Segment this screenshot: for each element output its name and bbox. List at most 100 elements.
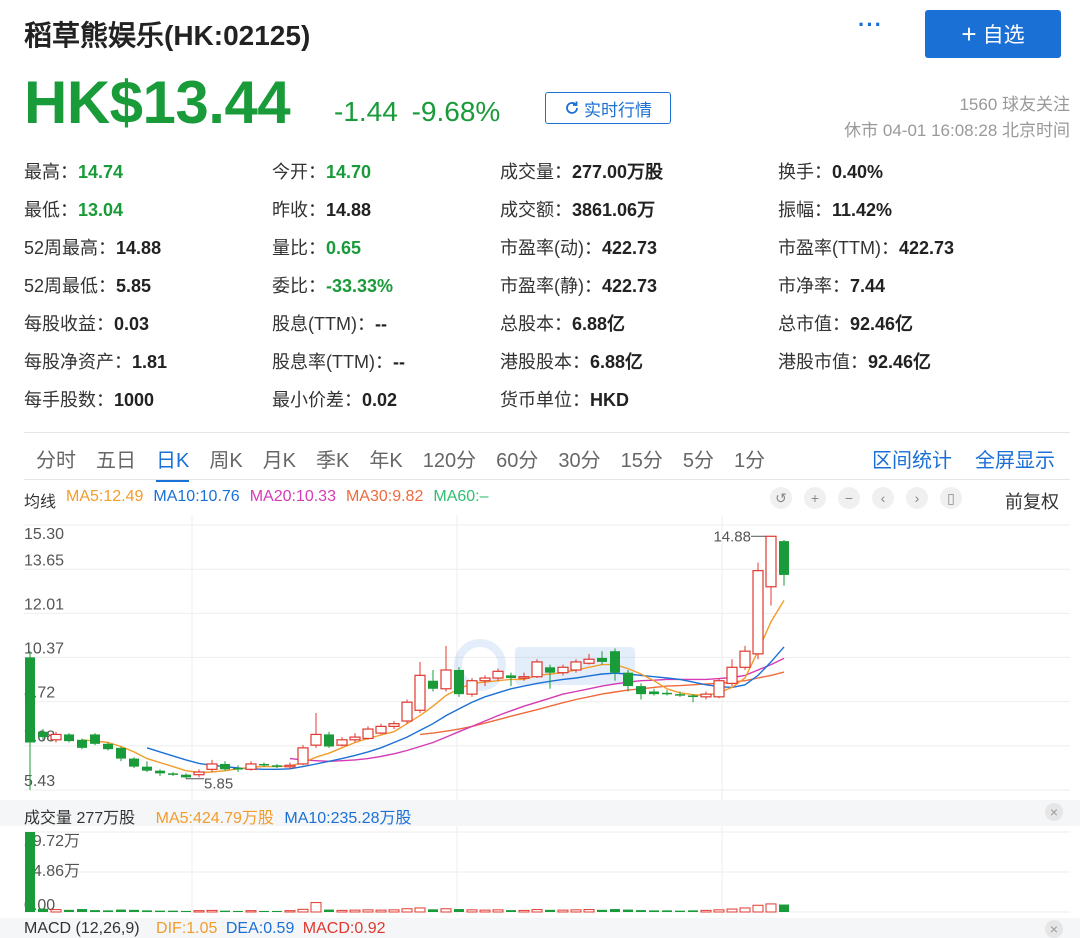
candle xyxy=(168,772,178,777)
candle-body xyxy=(726,666,738,685)
candle xyxy=(713,678,725,699)
zoom-out-icon[interactable]: − xyxy=(838,487,860,509)
macd-value: MACD:0.92 xyxy=(302,920,386,937)
candle-body xyxy=(297,747,309,765)
volume-bar xyxy=(739,907,751,913)
candle xyxy=(116,746,126,762)
candle xyxy=(77,738,87,750)
tab-period[interactable]: 120分 xyxy=(423,444,476,473)
candle-body xyxy=(206,763,218,770)
price-axis-label: 12.01 xyxy=(24,596,64,613)
tab-period[interactable]: 30分 xyxy=(558,444,600,473)
volume-bar xyxy=(103,910,113,912)
stat-item: 量比：0.65 xyxy=(272,234,361,260)
stat-value: 1.81 xyxy=(132,352,168,372)
more-menu-icon[interactable]: ··· xyxy=(858,12,883,38)
tab-period[interactable]: 60分 xyxy=(496,444,538,473)
volume-bar xyxy=(700,909,712,913)
stat-value: 14.88 xyxy=(326,200,372,220)
stat-label: 成交额： xyxy=(500,200,572,220)
price-axis-label: 13.65 xyxy=(24,552,64,569)
tab-period[interactable]: 月K xyxy=(263,444,296,473)
volume-chart[interactable]: 29.72万14.86万0.00 xyxy=(0,826,1080,916)
fullscreen-link[interactable]: 全屏显示 xyxy=(975,444,1055,473)
volume-bar xyxy=(388,909,400,913)
stat-item: 股息率(TTM)：-- xyxy=(272,348,405,374)
right-icon[interactable]: › xyxy=(906,487,928,509)
stat-label: 每股净资产： xyxy=(24,352,132,372)
candle-body xyxy=(752,570,764,655)
range-stats-link[interactable]: 区间统计 xyxy=(872,444,952,473)
volume-bar xyxy=(506,910,516,912)
tab-period[interactable]: 1分 xyxy=(734,444,765,473)
volume-bar xyxy=(636,910,646,912)
candle xyxy=(25,651,35,790)
volume-bar xyxy=(168,910,178,912)
stat-item: 今开：14.70 xyxy=(272,158,371,184)
candle-body xyxy=(193,771,205,776)
tab-period[interactable]: 季K xyxy=(316,444,349,473)
stat-value: 0.03 xyxy=(114,314,150,334)
volume-bar xyxy=(466,909,478,913)
stat-value: 0.40% xyxy=(832,162,884,182)
volume-bar xyxy=(181,910,191,912)
stat-label: 每手股数： xyxy=(24,390,114,410)
candle-body xyxy=(142,766,152,771)
volume-bar xyxy=(479,909,491,913)
undo-icon[interactable]: ↺ xyxy=(770,487,792,509)
tab-period[interactable]: 5分 xyxy=(683,444,714,473)
volume-bar xyxy=(752,904,764,913)
stat-label: 市盈率(TTM)： xyxy=(778,238,899,258)
stat-value: 0.65 xyxy=(326,238,362,258)
stat-label: 总市值： xyxy=(778,314,850,334)
volume-bar xyxy=(688,910,698,912)
stat-item: 市盈率(TTM)：422.73 xyxy=(778,234,954,260)
stat-value: 14.74 xyxy=(78,162,124,182)
volume-bar xyxy=(623,909,633,912)
candle-body xyxy=(168,773,178,775)
candlestick-chart[interactable]: 15.3013.6512.0110.378.727.085.4314.885.8… xyxy=(0,515,1080,800)
stat-value: HKD xyxy=(590,390,629,410)
volume-bar xyxy=(545,909,555,912)
left-icon[interactable]: ‹ xyxy=(872,487,894,509)
adjust-mode-selector[interactable]: 前复权 xyxy=(1005,488,1059,514)
stat-label: 今开： xyxy=(272,162,326,182)
close-macd-icon[interactable]: × xyxy=(1045,920,1063,938)
candle-icon[interactable]: ▯ xyxy=(940,487,962,509)
tab-period[interactable]: 分时 xyxy=(36,444,76,473)
candle xyxy=(233,765,243,773)
volume-bar xyxy=(531,909,543,913)
ma-legend-item: MA10:10.76 xyxy=(153,488,240,505)
tab-period[interactable]: 15分 xyxy=(621,444,663,473)
tab-period[interactable]: 周K xyxy=(209,444,242,473)
stat-item: 货币单位：HKD xyxy=(500,386,629,412)
volume-bar xyxy=(284,910,296,913)
price-change: -1.44 -9.68% xyxy=(334,96,500,128)
stat-label: 振幅： xyxy=(778,200,832,220)
volume-bar xyxy=(414,907,426,913)
volume-bar xyxy=(610,909,620,912)
tab-period[interactable]: 五日 xyxy=(96,444,136,473)
volume-bar xyxy=(297,908,309,913)
volume-bar xyxy=(440,908,452,913)
tab-period[interactable]: 年K xyxy=(369,444,402,473)
volume-legend: 成交量 277万股 MA5:424.79万股 MA10:235.28万股 xyxy=(24,804,412,828)
volume-ma5: MA5:424.79万股 xyxy=(155,810,274,827)
candle xyxy=(181,773,191,779)
candle-body xyxy=(765,535,777,588)
volume-bar xyxy=(245,910,257,913)
candle-body xyxy=(155,770,165,774)
zoom-in-icon[interactable]: + xyxy=(804,487,826,509)
candle-body xyxy=(103,743,113,750)
candle-body xyxy=(570,661,582,671)
stat-item: 每股净资产：1.81 xyxy=(24,348,167,374)
close-volume-icon[interactable]: × xyxy=(1045,803,1063,821)
add-watchlist-button[interactable]: + 自选 xyxy=(925,10,1061,58)
realtime-quote-button[interactable]: 实时行情 xyxy=(545,92,671,124)
candle-body xyxy=(272,765,282,767)
tab-period[interactable]: 日K xyxy=(156,444,190,482)
stat-item: 市净率：7.44 xyxy=(778,272,885,298)
candle xyxy=(428,669,438,692)
candle-body xyxy=(675,694,685,696)
candle xyxy=(310,712,322,748)
